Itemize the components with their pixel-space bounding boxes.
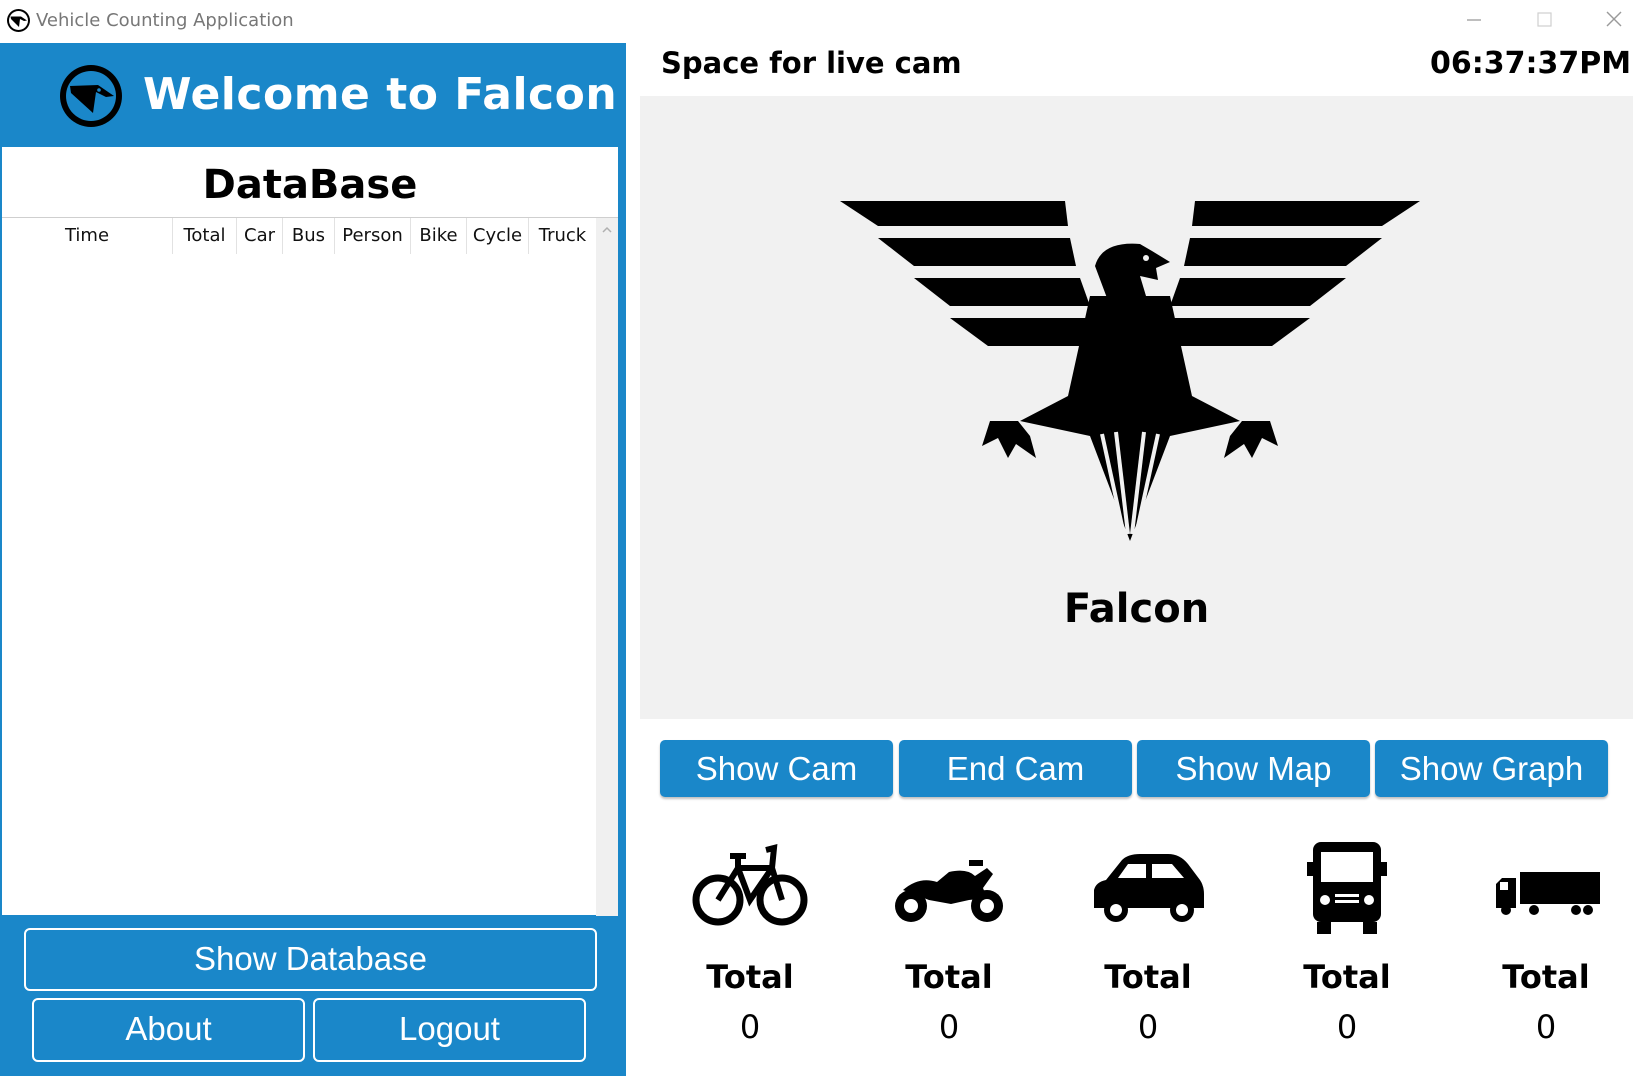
column-header-bus[interactable]: Bus <box>283 218 335 254</box>
falcon-emblem-icon <box>840 201 1420 541</box>
close-icon <box>1606 11 1622 27</box>
show-map-button[interactable]: Show Map <box>1137 740 1370 797</box>
show-cam-button[interactable]: Show Cam <box>660 740 893 797</box>
scroll-up-icon[interactable] <box>601 224 613 236</box>
car-counter: Total 0 <box>1068 838 1228 1048</box>
minimize-icon <box>1467 19 1481 21</box>
show-database-button[interactable]: Show Database <box>24 928 597 991</box>
motorcycle-counter: Total 0 <box>869 838 1029 1048</box>
sidebar-panel: Welcome to Falcon DataBase Time Total Ca… <box>0 43 626 1076</box>
counter-value: 0 <box>1535 1008 1557 1046</box>
counter-label: Total <box>1303 958 1391 996</box>
maximize-icon <box>1537 12 1552 27</box>
window-title: Vehicle Counting Application <box>36 10 294 31</box>
sidebar-header: Welcome to Falcon <box>0 43 626 146</box>
counter-label: Total <box>1502 958 1590 996</box>
show-graph-button[interactable]: Show Graph <box>1375 740 1608 797</box>
car-icon <box>1094 854 1204 922</box>
counter-value: 0 <box>938 1008 960 1046</box>
bus-icon <box>1307 842 1387 934</box>
clock-display: 06:37:37PM <box>1430 46 1632 81</box>
minimize-button[interactable] <box>1454 6 1494 34</box>
column-header-time[interactable]: Time <box>2 218 173 254</box>
column-header-total[interactable]: Total <box>173 218 237 254</box>
bicycle-counter: Total 0 <box>670 838 830 1048</box>
column-header-truck[interactable]: Truck <box>529 218 596 254</box>
brand-name: Falcon <box>1063 586 1210 632</box>
truck-icon <box>1496 872 1600 915</box>
counter-value: 0 <box>739 1008 761 1046</box>
maximize-button[interactable] <box>1524 6 1564 34</box>
motorcycle-icon <box>895 860 1003 922</box>
logout-button[interactable]: Logout <box>313 998 586 1062</box>
bus-counter: Total 0 <box>1267 838 1427 1048</box>
column-header-bike[interactable]: Bike <box>411 218 467 254</box>
cam-title: Space for live cam <box>661 46 962 80</box>
column-header-person[interactable]: Person <box>335 218 411 254</box>
table-header: Time Total Car Bus Person Bike Cycle Tru… <box>2 218 598 254</box>
counter-label: Total <box>905 958 993 996</box>
truck-counter: Total 0 <box>1466 838 1626 1048</box>
title-bar: Vehicle Counting Application <box>0 0 1638 43</box>
bicycle-icon <box>692 844 808 926</box>
table-scrollbar[interactable] <box>596 218 618 916</box>
counter-label: Total <box>706 958 794 996</box>
database-title: DataBase <box>202 162 418 208</box>
welcome-heading: Welcome to Falcon <box>143 69 618 120</box>
about-button[interactable]: About <box>32 998 305 1062</box>
column-header-cycle[interactable]: Cycle <box>467 218 529 254</box>
falcon-logo-icon <box>60 65 122 127</box>
falcon-logo-icon <box>7 9 30 32</box>
column-header-car[interactable]: Car <box>237 218 283 254</box>
app-window: Vehicle Counting Application Welcome to … <box>0 0 1638 1076</box>
counter-value: 0 <box>1137 1008 1159 1046</box>
end-cam-button[interactable]: End Cam <box>899 740 1132 797</box>
live-cam-area: Falcon <box>640 96 1633 719</box>
counter-label: Total <box>1104 958 1192 996</box>
counter-value: 0 <box>1336 1008 1358 1046</box>
close-button[interactable] <box>1594 6 1634 34</box>
database-table: Time Total Car Bus Person Bike Cycle Tru… <box>2 217 618 916</box>
database-panel: DataBase Time Total Car Bus Person Bike … <box>2 147 618 916</box>
